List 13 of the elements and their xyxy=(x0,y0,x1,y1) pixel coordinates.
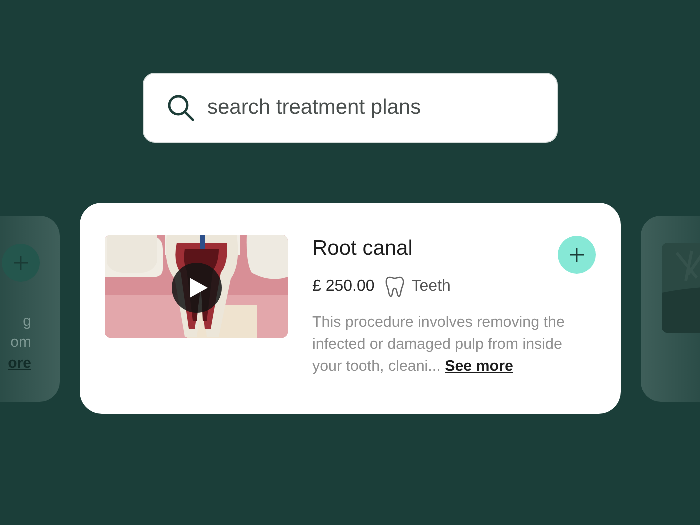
treatment-title: Root canal xyxy=(312,237,413,261)
search-field[interactable]: search treatment plans xyxy=(142,73,558,143)
treatment-category: Teeth xyxy=(412,278,451,296)
tooth-icon xyxy=(384,276,405,298)
see-more-link[interactable]: See more xyxy=(445,358,514,375)
plus-icon xyxy=(12,254,28,270)
card-description: om xyxy=(10,334,32,352)
treatment-price: £ 250.00 xyxy=(312,278,375,296)
card-description: g xyxy=(23,312,32,330)
plus-icon xyxy=(568,247,584,263)
treatment-description: This procedure involves removing the infected or damaged pulp from inside your tooth, cleani... See more xyxy=(312,313,566,377)
play-icon xyxy=(190,278,208,298)
add-button[interactable] xyxy=(558,236,596,274)
